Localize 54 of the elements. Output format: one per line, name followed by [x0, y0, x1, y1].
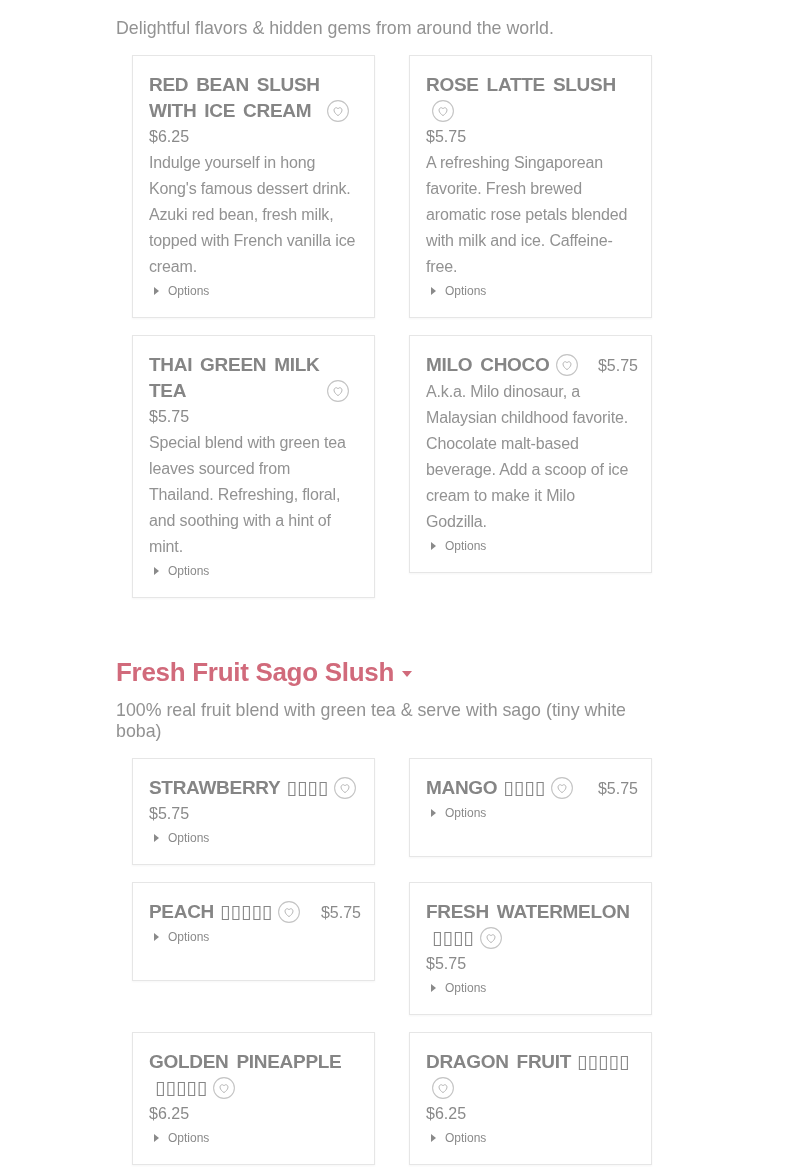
item-name: RED BEAN SLUSH WITH ICE CREAM	[149, 73, 321, 123]
section-description: Delightful flavors & hidden gems from around the world.	[116, 18, 555, 39]
options-toggle[interactable]: Options	[426, 802, 487, 824]
glyph-text: ▯▯▯▯▯	[577, 1050, 630, 1074]
item-name: DRAGON FRUIT	[426, 1050, 572, 1074]
menu-card[interactable]: FRESH WATERMELON ▯▯▯▯ $5.75 Options	[409, 882, 652, 1015]
caret-down-icon	[402, 670, 412, 677]
item-description: A refreshing Singaporean favorite. Fresh brewed aromatic rose petals blended with milk and ice. Caffeine-free.	[426, 153, 629, 277]
item-description: A.k.a. Milo dinosaur, a Malaysian childhood favorite. Chocolate malt-based beverage. Add a scoop of ice cream to make it Milo Godzilla.	[426, 382, 630, 532]
options-toggle[interactable]: Options	[426, 1127, 487, 1149]
menu-card[interactable]: MANGO ▯▯▯▯ $5.75 Options	[409, 758, 652, 857]
item-price: $6.25	[149, 127, 190, 147]
item-name: MILO CHOCO	[426, 353, 550, 377]
item-price: $5.75	[597, 779, 638, 799]
item-name: STRAWBERRY	[149, 776, 281, 800]
item-name: FRESH WATERMELON	[426, 900, 630, 924]
item-description: Special blend with green tea leaves sourced from Thailand. Refreshing, floral, and soothing with a hint of mint.	[149, 433, 347, 557]
menu-card[interactable]: RED BEAN SLUSH WITH ICE CREAM $6.25 Indulge yourself in hong Kong's famous dessert drink. Azuki red bean, fresh milk, topped with French vanilla ice cream. Options	[132, 55, 375, 318]
menu-card[interactable]: MILO CHOCO $5.75 A.k.a. Milo dinosaur, a Malaysian childhood favorite. Chocolate malt-based beverage. Add a scoop of ice cream to make it Milo Godzilla. Options	[409, 335, 652, 573]
glyph-text: ▯▯▯▯	[432, 926, 474, 950]
glyph-text: ▯▯▯▯	[503, 776, 546, 800]
item-price: $5.75	[320, 903, 361, 923]
section-title: Fresh Fruit Sago Slush	[116, 656, 394, 689]
item-price: $5.75	[597, 356, 638, 376]
item-price: $5.75	[149, 804, 190, 824]
item-price: $5.75	[426, 127, 467, 147]
section-description: 100% real fruit blend with green tea & serve with sago (tiny white boba)	[116, 700, 627, 742]
options-toggle[interactable]: Options	[149, 280, 210, 302]
item-price: $6.25	[149, 1104, 190, 1124]
menu-card[interactable]: THAI GREEN MILK TEA $5.75 Special blend with green tea leaves sourced from Thailand. Refreshing, floral, and soothing with a hint of mint. Options	[132, 335, 375, 598]
options-toggle[interactable]: Options	[426, 280, 487, 302]
item-description: Indulge yourself in hong Kong's famous dessert drink. Azuki red bean, fresh milk, topped with French vanilla ice cream.	[149, 153, 357, 277]
item-name: GOLDEN PINEAPPLE	[149, 1050, 342, 1074]
glyph-text: ▯▯▯▯	[286, 776, 329, 800]
item-price: $5.75	[426, 954, 467, 974]
item-name: PEACH	[149, 900, 214, 924]
menu-card[interactable]: PEACH ▯▯▯▯▯ $5.75 Options	[132, 882, 375, 981]
options-toggle[interactable]: Options	[426, 535, 487, 557]
item-name: ROSE LATTE SLUSH	[426, 73, 616, 97]
options-toggle[interactable]: Options	[149, 926, 210, 948]
item-price: $6.25	[426, 1104, 467, 1124]
glyph-text: ▯▯▯▯▯	[220, 900, 273, 924]
menu-card[interactable]: ROSE LATTE SLUSH $5.75 A refreshing Singaporean favorite. Fresh brewed aromatic rose petals blended with milk and ice. Caffeine-free. Options	[409, 55, 652, 318]
options-toggle[interactable]: Options	[149, 1127, 210, 1149]
menu-card[interactable]: DRAGON FRUIT ▯▯▯▯▯ $6.25 Options	[409, 1032, 652, 1165]
options-toggle[interactable]: Options	[149, 560, 210, 582]
menu-card[interactable]: STRAWBERRY ▯▯▯▯ $5.75 Options	[132, 758, 375, 865]
item-name: MANGO	[426, 776, 498, 800]
item-price: $5.75	[149, 407, 190, 427]
options-toggle[interactable]: Options	[426, 977, 487, 999]
menu-card[interactable]: GOLDEN PINEAPPLE ▯▯▯▯▯ $6.25 Options	[132, 1032, 375, 1165]
options-toggle[interactable]: Options	[149, 827, 210, 849]
item-name: THAI GREEN MILK TEA	[149, 353, 321, 403]
glyph-text: ▯▯▯▯▯	[155, 1076, 208, 1100]
